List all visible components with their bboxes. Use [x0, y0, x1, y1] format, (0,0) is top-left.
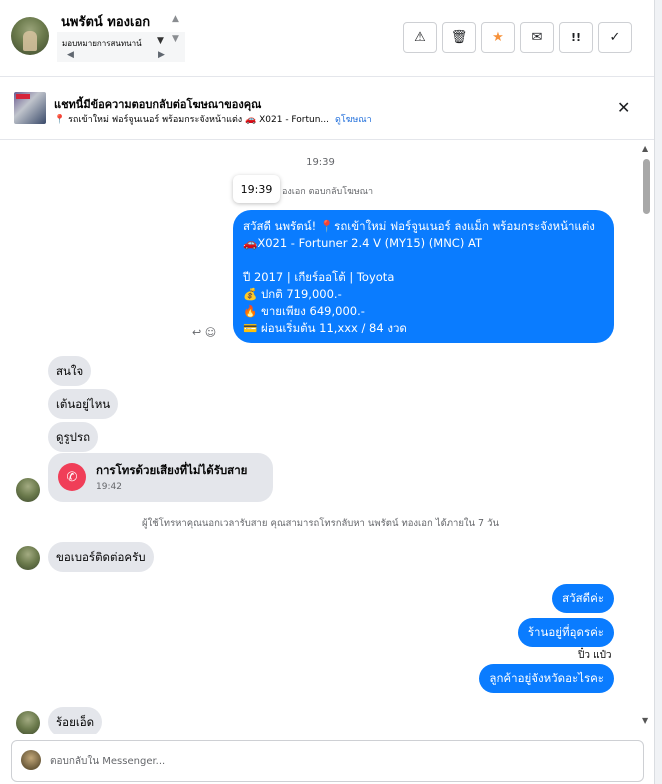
scroll-down-arrow-icon[interactable]: ▼ [642, 716, 648, 725]
check-icon: ✓ [609, 30, 621, 45]
message-composer[interactable]: ตอบกลับใน Messenger... [11, 740, 644, 782]
trash-icon: 🗑 [450, 30, 468, 45]
timestamp: 19:39 [306, 157, 335, 168]
contact-name[interactable]: นพรัตน์ ทองเอก [61, 11, 150, 32]
assign-label: มอบหมายการสนทนาน์ [62, 39, 142, 48]
ad-line [243, 252, 604, 269]
ad-banner-title: แชทนี้มีข้อความตอบกลับต่อโฆษณาของคุณ [54, 98, 262, 111]
missed-call-time: 19:42 [96, 482, 122, 492]
star-icon: ★ [492, 30, 504, 45]
report-button[interactable]: ⚠ [403, 22, 437, 53]
ad-line: 💰 ปกติ 719,000.- [243, 287, 342, 301]
time-tooltip: 19:39 [233, 175, 280, 203]
page-avatar [21, 750, 41, 770]
incoming-message[interactable]: สนใจ [48, 356, 92, 386]
caret-down-icon[interactable]: ▼ [157, 36, 164, 46]
ad-thumbnail[interactable] [14, 92, 46, 124]
ad-line: 🚗X021 - Fortuner 2.4 V (MY15) (MNC) AT [243, 236, 482, 250]
ad-line: 💳 ผ่อนเริ่มต้น 11,xxx / 84 งวด [243, 321, 407, 335]
envelope-icon: ✉ [531, 30, 543, 45]
window-edge [654, 0, 662, 784]
warning-icon: ⚠ [414, 30, 426, 45]
scrollbar-thumb[interactable] [643, 159, 650, 214]
read-receipt: ปิ๋ว แป๋ว [578, 650, 612, 661]
scroll-left-icon[interactable]: ◀ [67, 50, 74, 60]
conversation-header: นพรัตน์ ทองเอก มอบหมายการสนทนาน์ ▼ ▲ ▼ ◀… [0, 0, 654, 77]
spam-button[interactable]: !! [559, 22, 593, 53]
scroll-up-icon[interactable]: ▲ [172, 14, 179, 24]
close-icon[interactable]: ✕ [617, 98, 630, 117]
avatar[interactable] [16, 478, 40, 502]
scroll-down-icon[interactable]: ▼ [172, 34, 179, 44]
outgoing-message[interactable]: ร้านอยู่ที่อุดรค่ะ [517, 618, 614, 647]
incoming-message[interactable]: ขอเบอร์ติดต่อครับ [48, 542, 154, 572]
header-actions: ⚠ 🗑 ★ ✉ !! ✓ [403, 22, 632, 53]
view-ad-link[interactable]: ดูโฆษณา [335, 115, 372, 125]
ad-banner-subtitle: 📍 รถเข้าใหม่ ฟอร์จูนเนอร์ พร้อมกระจังหน้… [54, 112, 372, 126]
ad-line: 🔥 ขายเพียง 649,000.- [243, 304, 365, 318]
reply-input[interactable]: ตอบกลับใน Messenger... [50, 754, 165, 769]
outgoing-message[interactable]: ลูกค้าอยู่จังหวัดอะไรคะ [479, 664, 614, 693]
scroll-right-icon[interactable]: ▶ [158, 50, 165, 60]
system-note: ผู้ใช้โทรหาคุณนอกเวลารับสาย คุณสามารถโทร… [142, 518, 499, 529]
delete-button[interactable]: 🗑 [442, 22, 476, 53]
scrollbar[interactable]: ▲ ▼ [641, 141, 654, 734]
missed-call-icon: ✆ [58, 463, 86, 491]
incoming-message[interactable]: ดูรูปรถ [48, 422, 99, 452]
ad-line: สวัสดี นพรัตน์! 📍รถเข้าใหม่ ฟอร์จูนเนอร์… [243, 219, 595, 233]
outgoing-message[interactable]: สวัสดีค่ะ [552, 584, 614, 613]
incoming-message[interactable]: เต้นอยู่ไหน [48, 389, 119, 419]
done-button[interactable]: ✓ [598, 22, 632, 53]
ad-reply-message[interactable]: สวัสดี นพรัตน์! 📍รถเข้าใหม่ ฟอร์จูนเนอร์… [233, 210, 614, 343]
scroll-up-arrow-icon[interactable]: ▲ [642, 144, 648, 153]
message-thread: 19:39 องเอก ตอบกลับโฆษณา 19:39 สวัสดี นพ… [0, 141, 641, 734]
missed-call-title: การโทรด้วยเสียงที่ไม่ได้รับสาย [96, 463, 248, 477]
contact-avatar[interactable] [11, 17, 49, 55]
avatar[interactable] [16, 546, 40, 570]
reply-icon[interactable]: ↩ [192, 326, 201, 339]
ad-subtitle-text: 📍 รถเข้าใหม่ ฟอร์จูนเนอร์ พร้อมกระจังหน้… [54, 115, 330, 125]
missed-call-card[interactable]: ✆ การโทรด้วยเสียงที่ไม่ได้รับสาย 19:42 [48, 453, 273, 502]
spam-icon: !! [570, 31, 582, 44]
message-actions: ↩ ☺ [192, 326, 216, 339]
mark-unread-button[interactable]: ✉ [520, 22, 554, 53]
ad-reply-note: องเอก ตอบกลับโฆษณา [282, 187, 374, 197]
ad-line: ปี 2017 | เกียร์ออโต้ | Toyota [243, 270, 395, 284]
avatar[interactable] [16, 711, 40, 734]
incoming-message[interactable]: ร้อยเอ็ด [48, 707, 103, 734]
react-icon[interactable]: ☺ [205, 326, 216, 339]
star-button[interactable]: ★ [481, 22, 515, 53]
